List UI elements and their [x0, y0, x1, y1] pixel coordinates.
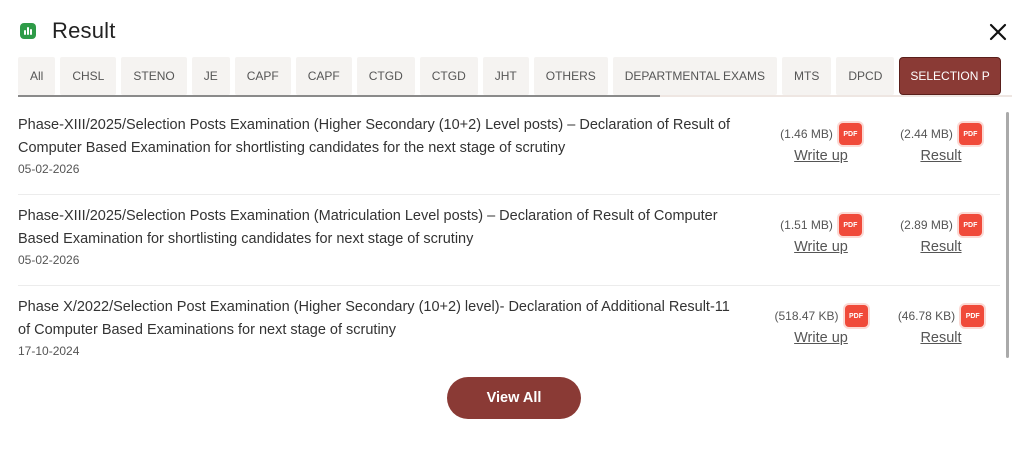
writeup-link[interactable]: Write up	[794, 239, 848, 255]
tab-departmental-exams[interactable]: DEPARTMENTAL EXAMS	[612, 57, 778, 95]
writeup-download: (518.47 KB) PDF Write up	[766, 304, 876, 346]
writeup-link[interactable]: Write up	[794, 148, 848, 164]
tab-capf[interactable]: CAPF	[295, 57, 352, 95]
panel-header: Result	[20, 18, 116, 44]
tab-dpcd[interactable]: DPCD	[836, 57, 895, 95]
writeup-download: (1.51 MB) PDF Write up	[766, 213, 876, 255]
result-title: Phase-XIII/2025/Selection Posts Examinat…	[18, 117, 731, 156]
close-button[interactable]	[986, 20, 1010, 44]
result-row: Phase-XIII/2025/Selection Posts Examinat…	[18, 195, 1000, 286]
result-title: Phase-XIII/2025/Selection Posts Examinat…	[18, 208, 718, 247]
pdf-icon[interactable]: PDF	[961, 305, 985, 327]
result-size: (46.78 KB)	[897, 309, 956, 323]
result-link[interactable]: Result	[920, 330, 961, 346]
result-size: (2.89 MB)	[900, 218, 953, 232]
tab-jht[interactable]: JHT	[482, 57, 529, 95]
result-download: (46.78 KB) PDF Result	[886, 304, 996, 346]
pdf-icon[interactable]: PDF	[958, 214, 982, 236]
tab-list: All CHSL STENO JE CAPF CAPF CTGD CTGD JHT OTHERS D…	[18, 57, 1012, 95]
tab-capf[interactable]: CAPF	[234, 57, 291, 95]
bar-chart-icon	[20, 23, 36, 39]
result-row: Phase-XIII/2025/Selection Posts Examinat…	[18, 104, 1000, 195]
result-row: Phase X/2022/Selection Post Examination …	[18, 286, 1000, 358]
panel-title: Result	[52, 18, 116, 43]
tab-mts[interactable]: MTS	[782, 57, 832, 95]
result-link[interactable]: Result	[920, 148, 961, 164]
result-list: Phase-XIII/2025/Selection Posts Examinat…	[18, 104, 1000, 358]
writeup-size: (1.46 MB)	[780, 127, 833, 141]
result-date: 17-10-2024	[18, 344, 80, 358]
tab-others[interactable]: OTHERS	[533, 57, 608, 95]
writeup-link[interactable]: Write up	[794, 330, 848, 346]
writeup-size: (1.51 MB)	[780, 218, 833, 232]
tab-all[interactable]: All	[18, 57, 56, 95]
tab-steno[interactable]: STENO	[121, 57, 187, 95]
pdf-icon[interactable]: PDF	[958, 123, 982, 145]
result-date: 05-02-2026	[18, 253, 80, 267]
pdf-icon[interactable]: PDF	[844, 305, 868, 327]
list-scrollbar[interactable]	[1006, 112, 1009, 358]
writeup-download: (1.46 MB) PDF Write up	[766, 122, 876, 164]
pdf-icon[interactable]: PDF	[838, 123, 862, 145]
tab-scrollbar-thumb[interactable]	[18, 95, 660, 97]
result-link[interactable]: Result	[920, 239, 961, 255]
tab-chsl[interactable]: CHSL	[60, 57, 117, 95]
writeup-size: (518.47 KB)	[774, 309, 839, 323]
tab-strip: All CHSL STENO JE CAPF CAPF CTGD CTGD JHT OTHERS D…	[18, 57, 1012, 97]
tab-ctgd[interactable]: CTGD	[356, 57, 415, 95]
view-all-button[interactable]: View All	[447, 377, 581, 419]
tab-ctgd[interactable]: CTGD	[419, 57, 478, 95]
result-download: (2.44 MB) PDF Result	[886, 122, 996, 164]
tab-selection-p[interactable]: SELECTION P	[899, 57, 1001, 95]
result-download: (2.89 MB) PDF Result	[886, 213, 996, 255]
pdf-icon[interactable]: PDF	[838, 214, 862, 236]
tab-je[interactable]: JE	[191, 57, 230, 95]
result-title: Phase X/2022/Selection Post Examination …	[18, 299, 730, 338]
result-size: (2.44 MB)	[900, 127, 953, 141]
result-date: 05-02-2026	[18, 162, 80, 176]
close-icon	[989, 23, 1007, 41]
tab-scrollbar[interactable]	[18, 95, 1012, 97]
